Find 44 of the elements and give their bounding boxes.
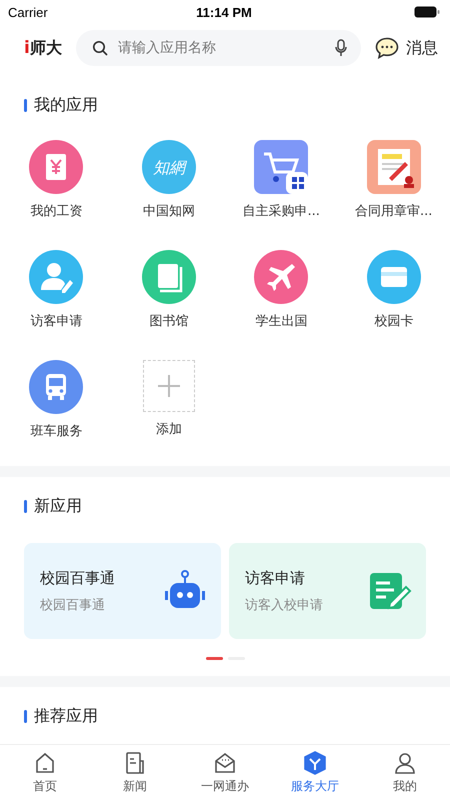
add-app-button[interactable]: 添加 [112, 360, 225, 440]
logo-mark: i [24, 38, 30, 58]
card-subtitle: 校园百事通 [40, 596, 106, 614]
chat-bubble-icon [375, 37, 399, 59]
app-shortcut[interactable]: 自主采购申... [225, 140, 338, 220]
page-indicator[interactable] [206, 657, 222, 660]
app-shortcut[interactable]: 知網 中国知网 [112, 140, 225, 220]
app-shortcut[interactable]: 学生出国 [225, 250, 338, 330]
tab[interactable]: 首页 [0, 745, 90, 799]
card-title: 校园百事通 [40, 568, 115, 588]
person-icon [393, 751, 417, 775]
search-field[interactable]: 请输入应用名称 [118, 40, 325, 56]
app-shortcut[interactable]: 合同用章审... [338, 140, 450, 220]
home-icon [33, 751, 57, 775]
section-title: 新应用 [34, 496, 82, 516]
edit-document-icon [368, 571, 412, 611]
app-card[interactable]: 校园百事通 校园百事通 [24, 543, 221, 639]
card-subtitle: 访客入校申请 [245, 596, 323, 614]
microphone-icon[interactable] [335, 39, 347, 57]
cube-icon [303, 751, 327, 775]
app-shortcut[interactable]: 班车服务 [0, 360, 112, 440]
card-title: 访客申请 [245, 568, 306, 588]
search-icon [92, 40, 108, 56]
plus-icon [156, 374, 181, 398]
messages-button[interactable]: 消息 [375, 37, 438, 59]
envelope-icon [213, 751, 237, 775]
section-title: 推荐应用 [34, 706, 98, 726]
app-shortcut[interactable]: 我的工资 [0, 140, 112, 220]
section-title: 我的应用 [34, 94, 98, 116]
app-shortcut[interactable]: 访客申请 [0, 250, 112, 330]
tab[interactable]: 一网通办 [180, 745, 270, 799]
clock: 11:14 PM [196, 4, 252, 20]
tab[interactable]: 服务大厅 [270, 745, 360, 799]
tab[interactable]: 我的 [360, 745, 450, 799]
app-icon: 知網 [142, 140, 196, 194]
search-bar[interactable]: 请输入应用名称 [76, 30, 361, 66]
news-icon [123, 751, 147, 775]
tab[interactable]: 新闻 [90, 745, 180, 799]
app-shortcut[interactable]: 校园卡 [338, 250, 450, 330]
carrier-name: Carrier [8, 4, 48, 20]
app-shortcut[interactable]: 图书馆 [112, 250, 225, 330]
battery-icon [414, 6, 440, 18]
logo-text: 师大 [30, 38, 62, 58]
app-card[interactable]: 访客申请 访客入校申请 [229, 543, 426, 639]
